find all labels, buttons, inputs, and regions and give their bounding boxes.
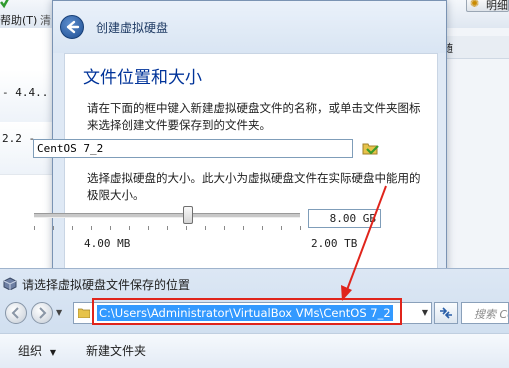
section-title: 文件位置和大小	[83, 68, 202, 88]
address-dropdown-icon[interactable]: ▼	[422, 308, 428, 317]
slider-max-label: 2.00 TB	[311, 237, 358, 250]
vm-item-text: - 4.4..	[2, 86, 49, 99]
nav-back-button[interactable]	[5, 302, 27, 324]
slider-tick	[129, 226, 130, 230]
slider-tick	[110, 226, 111, 230]
size-description: 选择虚拟硬盘的大小。此大小为虚拟硬盘文件在实际硬盘中能用的极限大小。	[87, 171, 421, 202]
chevron-down-icon: ▼	[49, 348, 56, 357]
annotation-highlight-box	[92, 298, 402, 325]
arrow-left-icon	[11, 307, 19, 319]
details-button[interactable]: ✺ 明细	[466, 0, 509, 12]
disk-size-slider-thumb[interactable]	[183, 206, 193, 224]
slider-tick	[34, 226, 35, 230]
search-input[interactable]: 搜索 Ce	[461, 302, 509, 324]
slider-tick	[243, 226, 244, 230]
back-arrow-icon	[66, 20, 80, 34]
menu-item-partial[interactable]: 清	[40, 12, 51, 28]
slider-tick	[224, 226, 225, 230]
slider-min-label: 4.00 MB	[84, 237, 131, 250]
details-pane	[440, 28, 509, 280]
disk-size-slider-track[interactable]	[34, 213, 300, 218]
slider-tick	[53, 226, 54, 230]
arrow-right-icon	[39, 307, 47, 319]
new-folder-button[interactable]: 新建文件夹	[86, 342, 146, 359]
check-icon	[0, 0, 10, 9]
save-dialog-toolbar: 组织 ▼ 新建文件夹	[0, 333, 509, 368]
wizard-title: 创建虚拟硬盘	[96, 21, 169, 35]
slider-tick	[205, 226, 206, 230]
nav-forward-button[interactable]	[31, 302, 53, 324]
folder-icon	[77, 307, 91, 319]
details-button-label: 明细	[486, 0, 508, 12]
vm-list-item[interactable]: - 4.4..	[0, 70, 58, 123]
slider-tick	[281, 226, 282, 230]
slider-tick	[262, 226, 263, 230]
slider-tick	[167, 226, 168, 230]
refresh-icon	[440, 307, 452, 319]
slider-tick	[72, 226, 73, 230]
details-header: 随	[440, 36, 509, 59]
organize-label: 组织	[18, 344, 43, 358]
choose-folder-button[interactable]	[361, 139, 380, 158]
nav-history-dropdown-icon[interactable]: ▼	[56, 308, 62, 317]
slider-tick	[300, 226, 301, 230]
wizard-titlebar: 创建虚拟硬盘	[53, 1, 446, 53]
refresh-button[interactable]	[434, 302, 458, 324]
file-name-input[interactable]	[33, 139, 353, 158]
organize-menu[interactable]: 组织 ▼	[18, 342, 56, 359]
location-description: 请在下面的框中键入新建虚拟硬盘文件的名称，或单击文件夹图标来选择创建文件要保存到…	[87, 101, 421, 132]
gear-icon: ✺	[470, 0, 480, 10]
slider-tick	[186, 226, 187, 230]
virtualbox-cube-icon	[3, 277, 17, 291]
save-dialog-title: 请选择虚拟硬盘文件保存的位置	[22, 278, 191, 292]
slider-tick	[91, 226, 92, 230]
folder-icon	[362, 143, 379, 155]
back-button[interactable]	[60, 15, 84, 39]
menu-item-help[interactable]: 帮助(T)	[0, 12, 37, 28]
disk-size-input[interactable]: 8.00 GB	[308, 209, 381, 228]
slider-tick	[148, 226, 149, 230]
